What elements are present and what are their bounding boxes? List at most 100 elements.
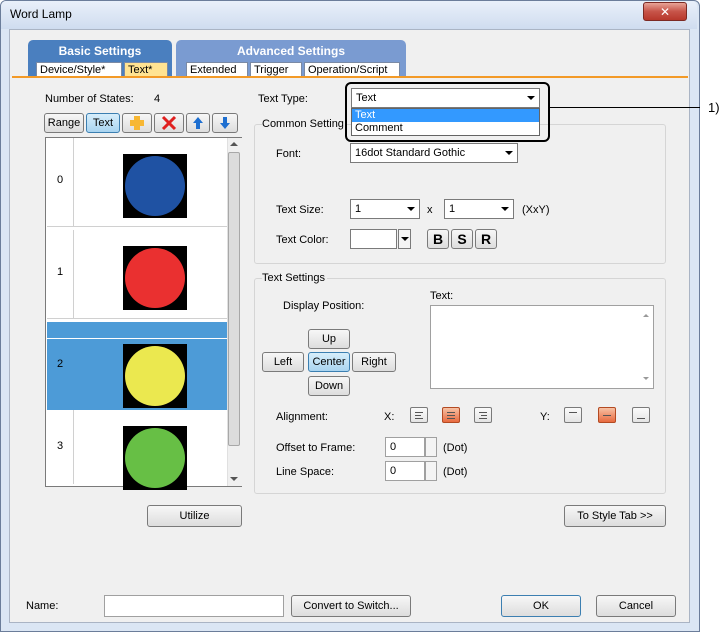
line-space-label: Line Space: — [276, 466, 335, 478]
subtab-trigger[interactable]: Trigger — [250, 62, 302, 77]
state-number: 1 — [56, 266, 64, 278]
number-of-states-label: Number of States: — [45, 93, 134, 105]
add-icon — [130, 116, 144, 130]
arrow-up-icon — [193, 117, 203, 129]
add-state-button[interactable] — [122, 113, 152, 133]
name-input[interactable] — [104, 595, 284, 617]
lamp-circle — [125, 156, 185, 216]
text-size-y-value: 1 — [449, 203, 456, 215]
callout-leader-line — [550, 107, 700, 108]
lamp-preview — [123, 246, 187, 310]
text-color-dropdown[interactable] — [398, 229, 411, 249]
callout-frame — [345, 82, 550, 142]
move-down-button[interactable] — [212, 113, 238, 133]
divider — [47, 338, 227, 339]
text-color-swatch[interactable] — [350, 229, 397, 249]
position-down-button[interactable]: Down — [308, 376, 350, 396]
offset-to-frame-label: Offset to Frame: — [276, 442, 356, 454]
line-space-input[interactable]: 0 — [385, 461, 425, 481]
position-center-button[interactable]: Center — [308, 352, 350, 372]
divider — [73, 230, 74, 318]
to-style-tab-button[interactable]: To Style Tab >> — [564, 505, 666, 527]
text-size-x-select[interactable]: 1 — [350, 199, 420, 219]
delete-icon — [161, 115, 177, 131]
font-label: Font: — [276, 148, 302, 160]
chevron-down-icon — [501, 207, 509, 211]
subtab-device-style[interactable]: Device/Style* — [36, 62, 122, 77]
state-number: 0 — [56, 174, 64, 186]
text-label: Text: — [430, 290, 454, 302]
state-row-2-selected[interactable]: 2 — [47, 322, 227, 411]
offset-to-frame-input[interactable]: 0 — [385, 437, 425, 457]
state-row-3[interactable]: 3 — [47, 410, 227, 490]
divider — [73, 410, 74, 484]
line-space-unit-label: (Dot) — [443, 466, 468, 478]
name-label: Name: — [26, 600, 59, 612]
tab-basic-label: Basic Settings — [58, 44, 142, 58]
align-right-icon[interactable] — [474, 407, 492, 423]
text-toggle-button[interactable]: Text — [86, 113, 120, 133]
text-input[interactable] — [430, 305, 654, 389]
state-row-0[interactable]: 0 — [47, 138, 227, 227]
lamp-circle — [125, 428, 185, 488]
lamp-circle — [125, 346, 185, 406]
size-separator: x — [427, 204, 433, 216]
chevron-down-icon — [505, 151, 513, 155]
offset-spinner[interactable] — [425, 437, 437, 457]
alignment-label: Alignment: — [276, 411, 328, 423]
move-up-button[interactable] — [186, 113, 210, 133]
scroll-down-icon[interactable] — [230, 477, 238, 481]
text-color-label: Text Color: — [276, 234, 329, 246]
align-left-icon[interactable] — [410, 407, 428, 423]
arrow-down-icon — [220, 117, 230, 129]
offset-unit-label: (Dot) — [443, 442, 468, 454]
text-size-label: Text Size: — [276, 204, 324, 216]
chevron-down-icon — [407, 207, 415, 211]
align-center-icon[interactable] — [442, 407, 460, 423]
number-of-states-value: 4 — [154, 93, 161, 105]
align-top-icon[interactable] — [564, 407, 582, 423]
text-type-label: Text Type: — [258, 93, 308, 105]
shadow-button[interactable]: S — [451, 229, 473, 249]
title-bar[interactable] — [1, 1, 697, 29]
range-button[interactable]: Range — [44, 113, 84, 133]
utilize-button[interactable]: Utilize — [147, 505, 242, 527]
scroll-down-icon[interactable] — [643, 377, 649, 380]
lamp-circle — [125, 248, 185, 308]
convert-to-switch-button[interactable]: Convert to Switch... — [291, 595, 411, 617]
line-space-spinner[interactable] — [425, 461, 437, 481]
align-middle-icon[interactable] — [598, 407, 616, 423]
close-button[interactable]: ✕ — [643, 2, 687, 21]
cancel-button[interactable]: Cancel — [596, 595, 676, 617]
divider — [73, 138, 74, 226]
subtab-text[interactable]: Text* — [124, 62, 168, 77]
scroll-up-icon[interactable] — [643, 314, 649, 317]
lamp-preview — [123, 154, 187, 218]
state-number: 2 — [56, 358, 64, 370]
subtab-operation-script[interactable]: Operation/Script — [304, 62, 400, 77]
size-unit-label: (XxY) — [522, 204, 550, 216]
state-row-1[interactable]: 1 — [47, 230, 227, 319]
alignment-x-label: X: — [384, 411, 395, 423]
scrollbar-thumb[interactable] — [228, 152, 240, 446]
chevron-down-icon — [401, 237, 409, 241]
bold-button[interactable]: B — [427, 229, 449, 249]
align-bottom-icon[interactable] — [632, 407, 650, 423]
scroll-up-icon[interactable] — [230, 142, 238, 146]
callout-label: 1) — [708, 100, 720, 115]
text-size-x-value: 1 — [355, 203, 362, 215]
ok-button[interactable]: OK — [501, 595, 581, 617]
delete-state-button[interactable] — [154, 113, 184, 133]
window-title: Word Lamp — [10, 7, 72, 21]
text-settings-title: Text Settings — [262, 272, 327, 284]
alignment-y-label: Y: — [540, 411, 550, 423]
subtab-extended[interactable]: Extended — [186, 62, 248, 77]
text-size-y-select[interactable]: 1 — [444, 199, 514, 219]
raised-button[interactable]: R — [475, 229, 497, 249]
position-right-button[interactable]: Right — [352, 352, 396, 372]
lamp-preview — [123, 344, 187, 408]
position-left-button[interactable]: Left — [262, 352, 304, 372]
font-select[interactable]: 16dot Standard Gothic — [350, 143, 518, 163]
position-up-button[interactable]: Up — [308, 329, 350, 349]
state-number: 3 — [56, 440, 64, 452]
